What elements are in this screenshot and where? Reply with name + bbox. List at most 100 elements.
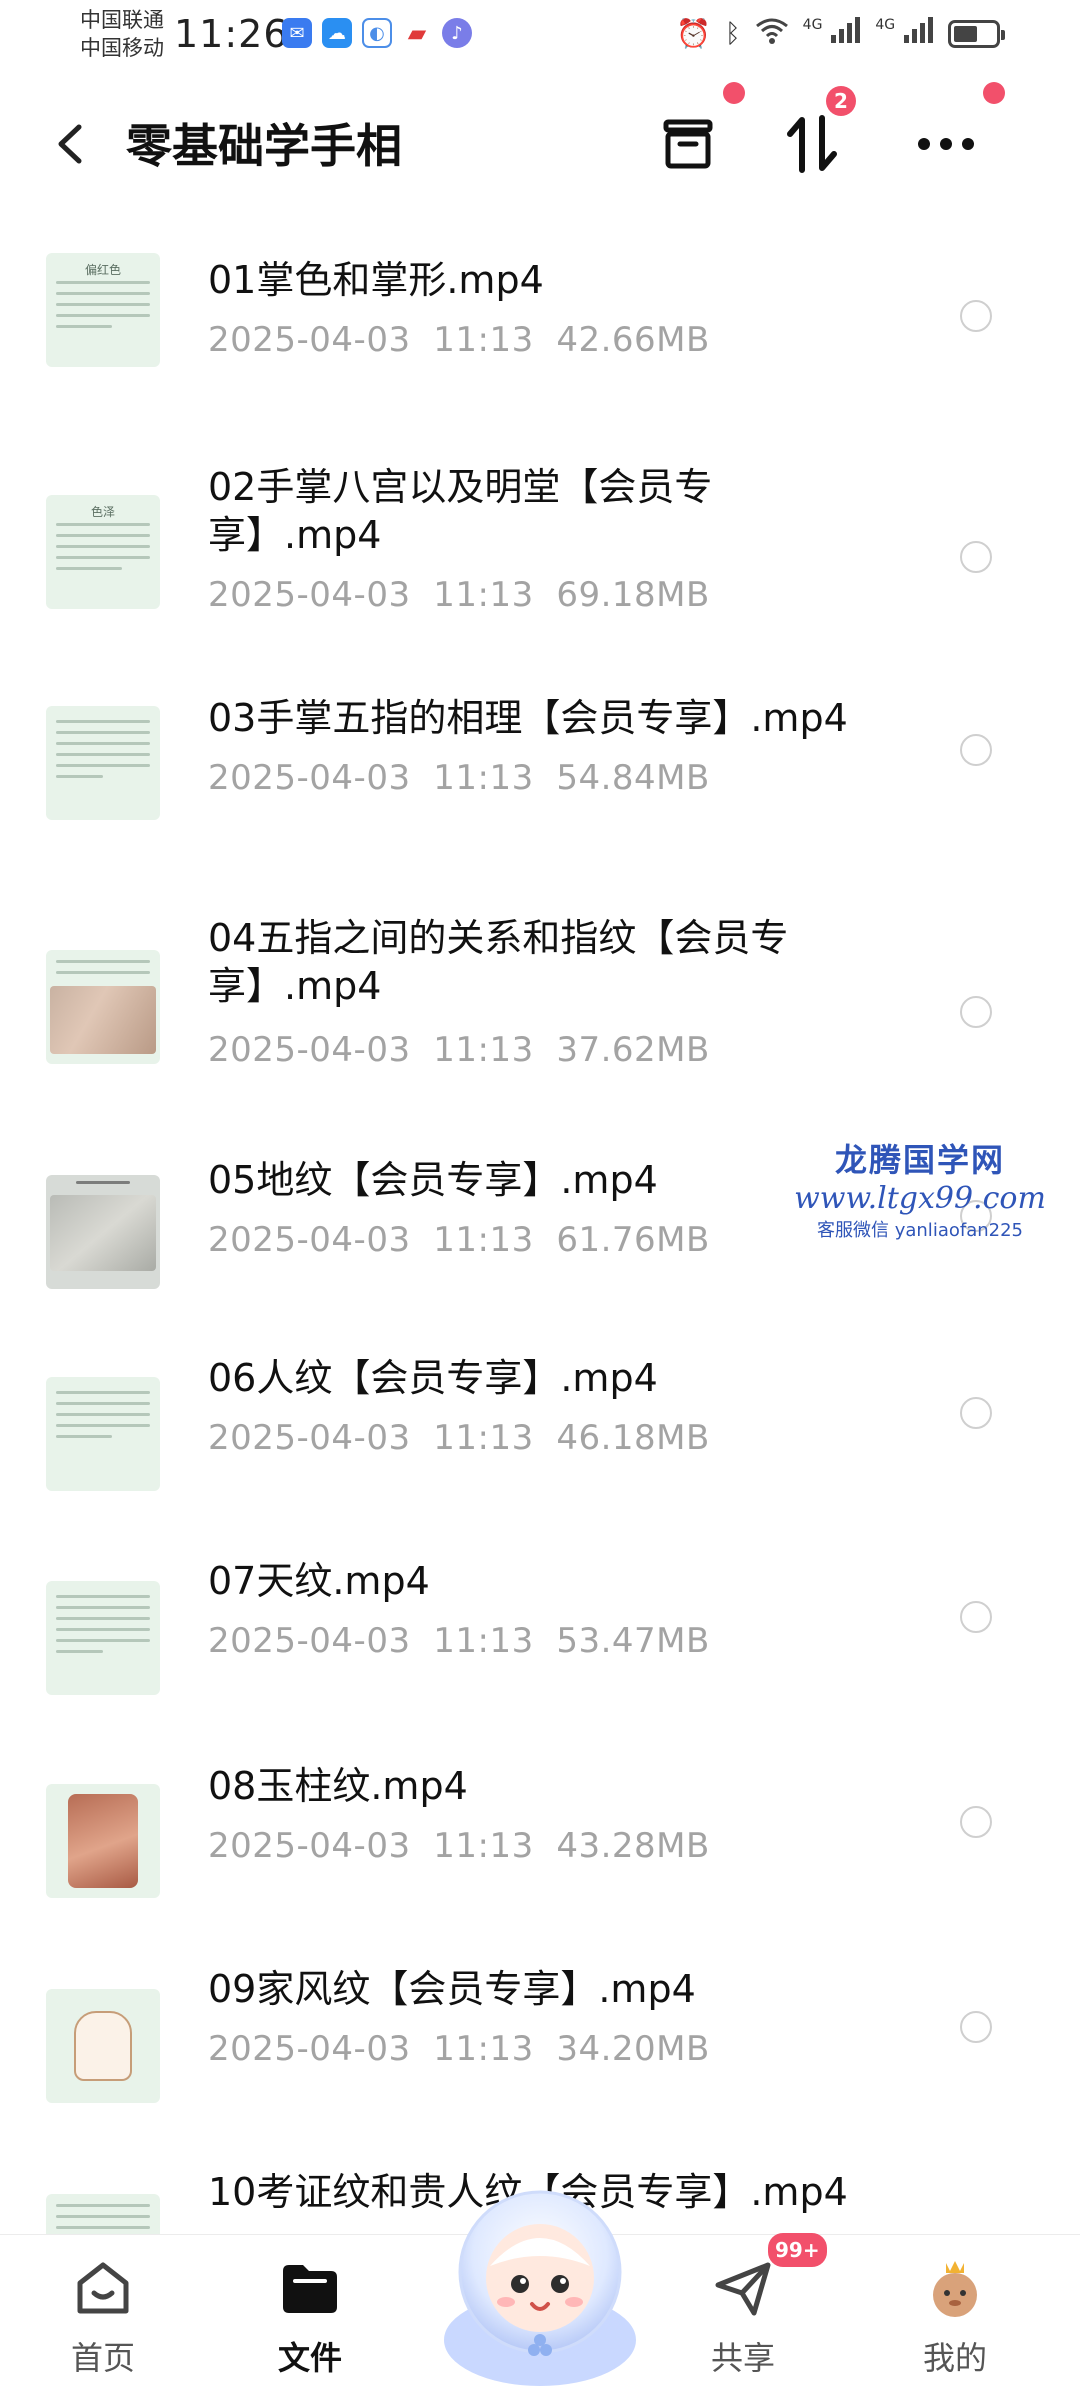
chevron-left-icon [58,124,82,164]
page-title: 零基础学手相 [126,119,402,173]
weather-icon: ☁ [322,18,352,48]
file-row[interactable]: 07天纹.mp4 2025-04-03 11:13 53.47MB [0,1535,1080,1725]
file-row[interactable]: 04五指之间的关系和指纹【会员专享】.mp4 2025-04-03 11:13 … [0,890,1080,1110]
file-name: 08玉柱纹.mp4 [208,1764,468,1808]
status-bar: 中国联通 中国移动 11:26 ✉ ☁ ◐ ▰ ♪ ⏰ ᛒ 4G 4G [0,0,1080,74]
battery-icon [948,19,1005,48]
file-name: 02手掌八宫以及明堂【会员专享】.mp4 [208,465,713,557]
file-size: 37.62MB [556,1030,710,1070]
file-meta: 2025-04-03 11:13 46.18MB [208,1418,710,1458]
cellular-signal-1-icon: 4G [803,17,862,50]
sort-arrows-icon [787,115,837,173]
video-thumbnail [46,1989,160,2103]
select-radio[interactable] [960,1806,992,1838]
file-time: 11:13 [433,1030,534,1070]
select-radio[interactable] [960,996,992,1028]
archive-icon [663,119,713,169]
file-meta: 2025-04-03 11:13 69.18MB [208,575,710,615]
file-name: 06人纹【会员专享】.mp4 [208,1356,658,1400]
file-meta: 2025-04-03 11:13 54.84MB [208,758,710,798]
nav-profile[interactable]: 我的 [880,2257,1030,2379]
watermark-wechat: 客服微信 yanliaofan225 [817,1220,1023,1241]
file-meta: 2025-04-03 11:13 53.47MB [208,1621,710,1661]
music-icon: ♪ [442,18,472,48]
select-radio[interactable] [960,1397,992,1429]
file-size: 54.84MB [556,758,710,798]
nav-share[interactable]: 共享 [668,2257,818,2379]
carrier-1: 中国联通 [80,8,164,32]
nav-home[interactable]: 首页 [28,2257,178,2379]
carrier-2: 中国移动 [80,36,164,60]
file-row[interactable]: 色泽 02手掌八宫以及明堂【会员专享】.mp4 2025-04-03 11:13… [0,435,1080,655]
file-date: 2025-04-03 [208,1621,411,1661]
video-thumbnail: 色泽 [46,495,160,609]
sort-transfer-button[interactable] [776,108,848,180]
folder-icon [279,2257,341,2319]
nav-files[interactable]: 文件 [235,2257,385,2379]
file-row[interactable]: 偏红色 01掌色和掌形.mp4 2025-04-03 11:13 42.66MB [0,230,1080,430]
status-time: 11:26 [174,12,289,56]
watermark-title: 龙腾国学网 [834,1141,1005,1179]
file-time: 11:13 [433,1418,534,1458]
more-icon [918,138,974,150]
more-notification-dot [983,82,1005,104]
file-name: 09家风纹【会员专享】.mp4 [208,1967,696,2011]
wifi-icon [755,16,789,51]
thumbnail-caption: 色泽 [90,505,115,519]
file-date: 2025-04-03 [208,575,411,615]
video-thumbnail [46,950,160,1064]
nav-profile-label: 我的 [922,2339,987,2377]
select-radio[interactable] [960,734,992,766]
video-thumbnail: 偏红色 [46,253,160,367]
video-thumbnail [46,1581,160,1695]
video-thumbnail [46,1784,160,1898]
palm-photo [68,1794,138,1888]
archive-button[interactable] [652,108,724,180]
home-icon [72,2257,134,2319]
file-name: 03手掌五指的相理【会员专享】.mp4 [208,696,848,740]
palm-sketch [74,2011,132,2081]
file-time: 11:13 [433,1621,534,1661]
watermark-url: www.ltgx99.com [794,1181,1046,1216]
notification-icons: ✉ ☁ ◐ ▰ ♪ [282,18,472,48]
file-time: 11:13 [433,758,534,798]
file-date: 2025-04-03 [208,1418,411,1458]
network-type-2: 4G [875,17,896,33]
network-type-1: 4G [802,17,823,33]
file-row[interactable]: 09家风纹【会员专享】.mp4 2025-04-03 11:13 34.20MB [0,1945,1080,2135]
cellular-signal-2-icon: 4G [875,17,934,50]
nav-share-label: 共享 [710,2339,775,2377]
back-button[interactable] [40,114,100,174]
file-date: 2025-04-03 [208,1030,411,1070]
file-time: 11:13 [433,1826,534,1866]
watermark: 龙腾国学网 www.ltgx99.com 客服微信 yanliaofan225 [790,1135,1050,1242]
file-date: 2025-04-03 [208,1220,411,1260]
nav-home-label: 首页 [70,2339,135,2377]
file-row[interactable]: 06人纹【会员专享】.mp4 2025-04-03 11:13 46.18MB [0,1330,1080,1520]
archive-notification-dot [723,82,745,104]
paper-plane-icon [712,2257,774,2319]
file-time: 11:13 [433,320,534,360]
file-size: 43.28MB [556,1826,710,1866]
file-size: 53.47MB [556,1621,710,1661]
select-radio[interactable] [960,300,992,332]
file-meta: 2025-04-03 11:13 37.62MB [208,1030,710,1070]
file-meta: 2025-04-03 11:13 61.76MB [208,1220,710,1260]
more-options-button[interactable] [910,108,982,180]
system-icons: ⏰ ᛒ 4G 4G [676,16,1005,51]
file-time: 11:13 [433,575,534,615]
select-radio[interactable] [960,1601,992,1633]
file-meta: 2025-04-03 11:13 43.28MB [208,1826,710,1866]
file-time: 11:13 [433,2029,534,2069]
share-count-badge: 99+ [768,2233,827,2267]
select-radio[interactable] [960,2011,992,2043]
file-size: 69.18MB [556,575,710,615]
file-row[interactable]: 08玉柱纹.mp4 2025-04-03 11:13 43.28MB [0,1740,1080,1930]
file-row[interactable]: 03手掌五指的相理【会员专享】.mp4 2025-04-03 11:13 54.… [0,670,1080,850]
file-date: 2025-04-03 [208,758,411,798]
file-size: 61.76MB [556,1220,710,1260]
assistant-mascot-button[interactable] [434,2180,646,2390]
file-meta: 2025-04-03 11:13 34.20MB [208,2029,710,2069]
select-radio[interactable] [960,541,992,573]
file-name: 01掌色和掌形.mp4 [208,258,544,302]
